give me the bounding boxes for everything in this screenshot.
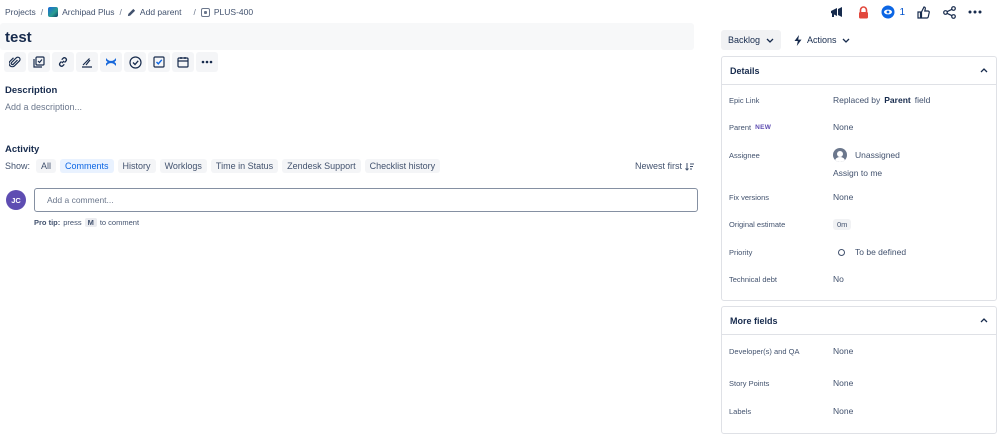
description-input[interactable]: Add a description...: [5, 102, 82, 112]
show-label: Show:: [5, 161, 31, 171]
breadcrumb-project[interactable]: Archipad Plus: [48, 7, 115, 17]
pencil-icon: [127, 8, 136, 17]
chevron-up-icon: [980, 68, 988, 73]
technical-debt-value[interactable]: No: [833, 274, 844, 284]
check-circle-icon: [128, 55, 142, 69]
more-icon: [201, 60, 213, 64]
developers-qa-value[interactable]: None: [833, 346, 853, 356]
project-avatar-icon: [48, 7, 59, 17]
breadcrumb-separator: /: [119, 7, 122, 17]
more-toolbar-button[interactable]: [196, 52, 218, 72]
thumbs-up-icon[interactable]: [915, 4, 931, 20]
paperclip-icon: [9, 56, 21, 68]
shortcut-key: M: [84, 218, 97, 227]
confluence-icon: [106, 58, 116, 66]
calendar-icon: [177, 57, 189, 68]
add-parent-button[interactable]: Add parent: [127, 7, 182, 17]
task-checkbox-button[interactable]: [148, 52, 170, 72]
actions-dropdown[interactable]: Actions: [788, 30, 856, 50]
breadcrumb: Projects / Archipad Plus / Add parent / …: [5, 7, 253, 17]
unassigned-avatar-icon: [833, 148, 847, 162]
assignee-value[interactable]: Unassigned: [833, 148, 900, 162]
web-link-button[interactable]: [76, 52, 98, 72]
issue-toolbar: [4, 52, 218, 72]
new-badge: NEW: [755, 123, 772, 131]
fix-versions-value[interactable]: None: [833, 192, 853, 202]
priority-icon: [838, 248, 845, 256]
checklist-button[interactable]: [124, 52, 146, 72]
comment-placeholder: Add a comment...: [47, 195, 114, 205]
avatar: JC: [6, 190, 26, 210]
lock-icon[interactable]: [855, 4, 871, 20]
activity-filters: Show: All Comments History Worklogs Time…: [5, 159, 441, 173]
link-issue-button[interactable]: [52, 52, 74, 72]
more-options-icon[interactable]: [967, 4, 983, 20]
add-child-button[interactable]: [28, 52, 50, 72]
issue-title[interactable]: test: [5, 29, 32, 46]
filter-all[interactable]: All: [36, 159, 57, 173]
title-field[interactable]: [0, 23, 694, 50]
breadcrumb-projects[interactable]: Projects: [5, 7, 36, 17]
issue-type-icon: [200, 7, 210, 17]
story-points-value[interactable]: None: [833, 378, 853, 388]
confluence-button[interactable]: [100, 52, 122, 72]
comment-input[interactable]: Add a comment...: [34, 188, 698, 212]
filter-time-in-status[interactable]: Time in Status: [210, 159, 279, 173]
megaphone-icon[interactable]: [829, 4, 845, 20]
pro-tip: Pro tip: press M to comment: [34, 218, 140, 227]
lightning-icon: [794, 34, 802, 46]
parent-value[interactable]: None: [833, 122, 853, 132]
signature-icon: [82, 58, 92, 68]
more-fields-panel: More fields Developer(s) and QA None Sto…: [721, 306, 997, 434]
link-icon: [58, 57, 68, 67]
eye-icon: [881, 5, 895, 19]
sort-order-button[interactable]: Newest first: [635, 161, 695, 171]
chevron-up-icon: [980, 318, 988, 323]
watch-count: 1: [899, 6, 905, 18]
filter-checklist-history[interactable]: Checklist history: [364, 159, 441, 173]
calendar-button[interactable]: [172, 52, 194, 72]
details-header[interactable]: Details: [722, 57, 996, 85]
description-heading: Description: [5, 85, 58, 96]
more-fields-header[interactable]: More fields: [722, 307, 996, 335]
attach-button[interactable]: [4, 52, 26, 72]
details-panel: Details Epic Link Replaced by Parent fie…: [721, 56, 997, 301]
original-estimate-value[interactable]: 0m: [833, 218, 852, 230]
filter-comments[interactable]: Comments: [60, 159, 114, 173]
breadcrumb-issue-key[interactable]: PLUS-400: [200, 7, 253, 17]
breadcrumb-separator: /: [40, 7, 44, 17]
filter-zendesk-support[interactable]: Zendesk Support: [282, 159, 361, 173]
breadcrumb-separator: /: [193, 7, 196, 17]
status-dropdown[interactable]: Backlog: [721, 30, 781, 50]
child-issue-icon: [33, 56, 45, 68]
activity-heading: Activity: [5, 144, 40, 155]
checkbox-icon: [153, 56, 165, 68]
assign-to-me-link[interactable]: Assign to me: [833, 168, 882, 178]
filter-history[interactable]: History: [117, 159, 156, 173]
watch-button[interactable]: 1: [881, 5, 905, 19]
share-icon[interactable]: [941, 4, 957, 20]
priority-value[interactable]: To be defined: [833, 247, 906, 257]
chevron-down-icon: [766, 38, 774, 43]
chevron-down-icon: [842, 38, 849, 43]
filter-worklogs[interactable]: Worklogs: [159, 159, 207, 173]
labels-value[interactable]: None: [833, 406, 853, 416]
sort-icon: [685, 162, 695, 171]
issue-header-actions: 1: [829, 4, 983, 20]
